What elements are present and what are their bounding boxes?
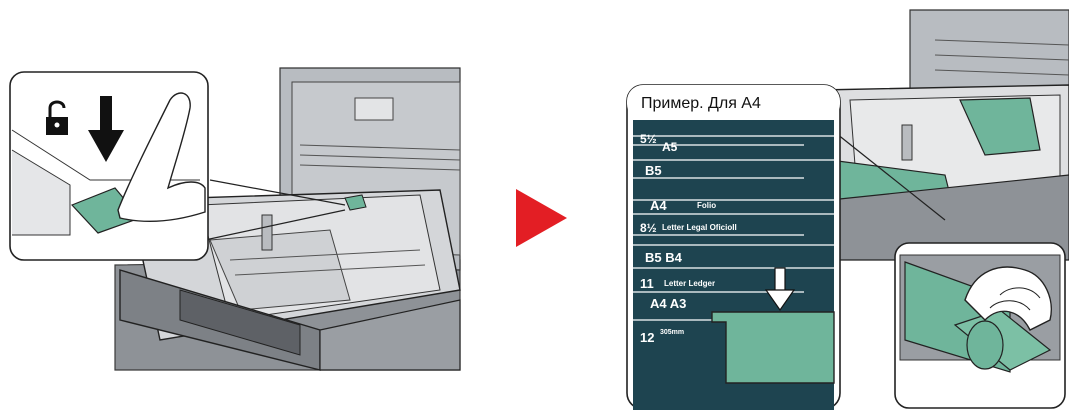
scale-row-label-6: B5 B4 — [645, 250, 683, 265]
right-cassette-illustration — [819, 9, 1069, 261]
guide-adjust-callout — [894, 242, 1066, 409]
scale-row-num-7: 11 — [640, 276, 654, 291]
play-arrow-icon — [516, 189, 567, 247]
scale-row-label-3: A4 — [650, 198, 667, 213]
scale-row-label-4: Folio — [697, 201, 716, 210]
scale-row-num-1: 5½ — [640, 132, 657, 146]
scale-row-label-1: A5 — [662, 140, 678, 154]
size-scale-callout: 5½ A5 B5 A4 Folio 8½ Letter Legal Oficio… — [626, 84, 841, 410]
scale-row-label-7: Letter Ledger — [664, 279, 715, 288]
scale-row-label-5: Letter Legal OficioII — [662, 223, 737, 232]
scale-row-label-2: B5 — [645, 163, 662, 178]
tray-instruction-diagram: 5½ A5 B5 A4 Folio 8½ Letter Legal Oficio… — [9, 9, 1069, 410]
scale-row-num-5: 8½ — [640, 221, 657, 235]
scale-row-label-9: 305mm — [660, 329, 684, 336]
callout-title: Пример. Для А4 — [641, 95, 761, 112]
scale-row-label-8: A4 A3 — [650, 296, 686, 311]
scale-row-num-9: 12 — [640, 330, 654, 345]
guide-plate — [711, 311, 835, 384]
